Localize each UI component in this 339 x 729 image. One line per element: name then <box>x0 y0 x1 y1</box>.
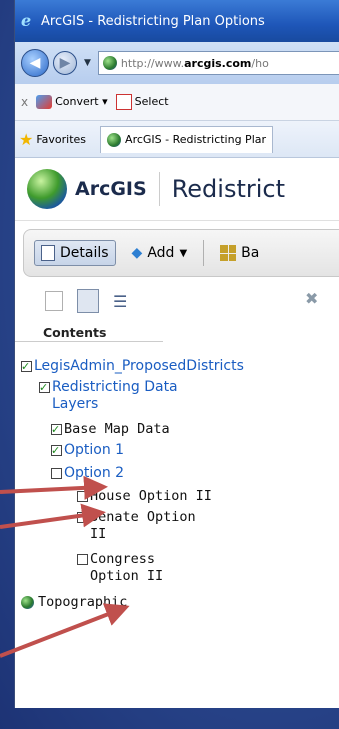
details-icon <box>41 245 55 261</box>
legend-view-icon[interactable]: ☰ <box>113 292 127 311</box>
url-prefix: http://www. <box>120 56 185 70</box>
browser-tab[interactable]: ArcGIS - Redistricting Plar <box>100 125 274 153</box>
favorites-star-icon: ★ <box>19 129 34 149</box>
url-domain: arcgis.com <box>184 56 252 70</box>
contents-view-icon[interactable] <box>77 289 99 313</box>
senate-option-ii-checkbox[interactable] <box>77 512 88 523</box>
contents-heading: Contents <box>15 325 163 342</box>
site-globe-icon <box>102 56 117 70</box>
browser-window: e ArcGIS - Redistricting Plan Options ◀ … <box>14 0 339 708</box>
details-button[interactable]: Details <box>34 240 116 266</box>
house-option-ii-checkbox[interactable] <box>77 491 88 502</box>
layer-legisadmin[interactable]: LegisAdmin_ProposedDistricts <box>21 358 244 375</box>
layer-label: Senate Option II <box>90 509 196 542</box>
navigation-bar: ◀ ▶ ▼ http://www.arcgis.com/ho <box>15 42 339 84</box>
congress-option-ii-checkbox[interactable] <box>77 554 88 565</box>
layer-congress-option-ii[interactable]: Congress Option II <box>77 551 163 585</box>
address-bar[interactable]: http://www.arcgis.com/ho <box>97 51 339 75</box>
layer-redistricting-data[interactable]: Redistricting Data Layers <box>39 379 178 413</box>
ie-logo-icon: e <box>21 11 32 30</box>
title-bar: e ArcGIS - Redistricting Plan Options <box>15 0 339 42</box>
layer-label: Option 2 <box>64 465 125 481</box>
favorites-button[interactable]: Favorites <box>36 133 86 146</box>
select-icon <box>115 94 132 110</box>
layer-label: Base Map Data <box>64 421 170 437</box>
map-title: Redistrict <box>171 175 286 203</box>
option-1-checkbox[interactable] <box>51 442 62 459</box>
close-panel-icon[interactable]: ✖ <box>305 289 318 308</box>
panel-view-switcher: ☰ ✖ <box>15 277 339 325</box>
base-map-data-checkbox[interactable] <box>51 421 62 438</box>
add-label: Add <box>147 245 175 261</box>
command-bar: x Convert ▾ Select <box>15 84 339 121</box>
layer-label: Option 1 <box>64 442 125 458</box>
close-toolbar-button[interactable]: x <box>21 95 28 109</box>
convert-label: Convert <box>55 95 99 108</box>
redistricting-data-checkbox[interactable] <box>39 379 50 396</box>
topographic-globe-icon <box>21 596 34 609</box>
arcgis-globe-icon <box>27 169 67 209</box>
forward-button[interactable]: ▶ <box>53 51 77 75</box>
tab-globe-icon <box>107 132 122 147</box>
add-layer-icon: ◆ <box>131 245 143 261</box>
brand-name: ArcGIS <box>75 178 147 200</box>
details-label: Details <box>60 245 109 261</box>
arrow-right-icon: ▶ <box>59 55 71 71</box>
chevron-down-icon: ▼ <box>179 247 188 259</box>
layer-option-2[interactable]: Option 2 <box>51 465 124 482</box>
app-header: ArcGIS Redistrict <box>15 158 339 221</box>
layer-label: Congress Option II <box>90 551 164 584</box>
layer-senate-option-ii[interactable]: Senate Option II <box>77 509 196 543</box>
toolbar-divider <box>203 240 205 266</box>
about-view-icon[interactable] <box>45 291 63 311</box>
back-button[interactable]: ◀ <box>21 49 49 77</box>
layer-label: Topographic <box>38 594 128 610</box>
option-2-checkbox[interactable] <box>51 468 62 479</box>
favorites-bar: ★ Favorites ArcGIS - Redistricting Plar <box>15 121 339 158</box>
arrow-left-icon: ◀ <box>29 55 41 71</box>
basemap-label: Ba <box>241 245 260 261</box>
basemap-button[interactable]: Ba <box>214 241 265 265</box>
header-divider <box>158 172 160 206</box>
layer-label: LegisAdmin_ProposedDistricts <box>34 358 244 374</box>
convert-icon <box>36 95 53 109</box>
basemap-grid-icon <box>220 245 237 261</box>
legisadmin-checkbox[interactable] <box>21 358 32 375</box>
layer-label: Redistricting Data Layers <box>52 379 178 412</box>
history-dropdown-icon[interactable]: ▼ <box>84 58 91 68</box>
url-suffix: /ho <box>251 56 269 70</box>
add-button[interactable]: ◆ Add ▼ <box>126 241 194 265</box>
layer-option-1[interactable]: Option 1 <box>51 442 124 459</box>
tab-title: ArcGIS - Redistricting Plar <box>125 133 267 146</box>
select-label: Select <box>134 95 169 108</box>
select-button[interactable]: Select <box>115 94 169 110</box>
convert-button[interactable]: Convert ▾ <box>36 95 108 109</box>
layer-topographic[interactable]: Topographic <box>21 594 127 611</box>
layer-house-option-ii[interactable]: House Option II <box>77 488 212 505</box>
layer-base-map-data[interactable]: Base Map Data <box>51 421 170 438</box>
layer-label: House Option II <box>90 488 212 504</box>
window-title: ArcGIS - Redistricting Plan Options <box>41 13 265 29</box>
map-toolbar: Details ◆ Add ▼ Ba <box>23 229 339 277</box>
